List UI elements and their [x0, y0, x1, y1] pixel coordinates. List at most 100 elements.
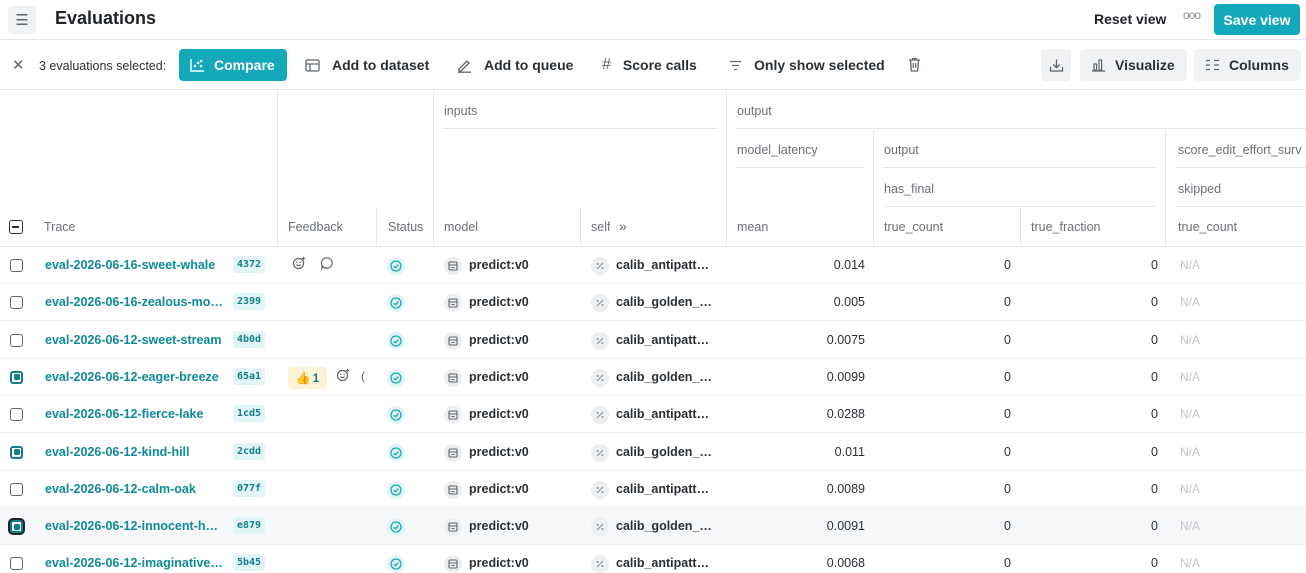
visualize-label: Visualize [1115, 57, 1175, 73]
compare-icon [190, 58, 205, 72]
row-checkbox[interactable] [10, 259, 23, 272]
column-header-true-fraction[interactable]: true_fraction [1031, 220, 1100, 234]
scorer-icon [591, 331, 609, 350]
table-row[interactable]: eval-2026-06-16-zealous-mo… 2399 predict:v… [0, 284, 1306, 322]
group-header-skipped: skipped [1178, 182, 1222, 196]
model-ref[interactable]: predict:v0 [469, 370, 529, 384]
selection-toolbar: ✕ 3 evaluations selected: Compare Add to… [0, 40, 1306, 90]
compare-button[interactable]: Compare [179, 49, 287, 81]
menu-icon[interactable]: ☰ [8, 6, 36, 34]
table-row[interactable]: eval-2026-06-12-imaginative… 5b45 predict:… [0, 545, 1306, 573]
mean-value: 0.005 [833, 295, 865, 310]
add-reaction-icon[interactable] [292, 256, 306, 270]
model-ref[interactable]: predict:v0 [469, 519, 529, 533]
reset-view-button[interactable]: Reset view [1094, 11, 1166, 27]
self-ref[interactable]: calib_antipatt… [616, 482, 709, 496]
self-ref[interactable]: calib_antipatt… [616, 556, 709, 570]
trace-link[interactable]: eval-2026-06-12-imaginative… [45, 556, 223, 570]
columns-button[interactable]: Columns [1194, 49, 1301, 81]
divider [1165, 208, 1166, 246]
row-checkbox[interactable] [10, 482, 23, 496]
divider [433, 208, 434, 246]
trace-link[interactable]: eval-2026-06-12-calm-oak [45, 482, 196, 496]
true-fraction-value: 0 [1151, 332, 1158, 347]
column-header-status[interactable]: Status [388, 220, 423, 234]
model-ref[interactable]: predict:v0 [469, 258, 529, 272]
table-row[interactable]: eval-2026-06-12-kind-hill 2cdd predict:v0 c… [0, 434, 1306, 471]
score-calls-button[interactable]: # Score calls [602, 49, 697, 81]
self-ref[interactable]: calib_golden_… [616, 519, 712, 533]
add-to-dataset-button[interactable]: Add to dataset [305, 49, 429, 81]
self-ref[interactable]: calib_golden_… [616, 445, 712, 459]
row-checkbox[interactable] [10, 370, 23, 384]
table-row[interactable]: eval-2026-06-16-sweet-whale 4372 predict:v… [0, 247, 1306, 284]
true-fraction-value: 0 [1151, 481, 1158, 496]
trace-link[interactable]: eval-2026-06-12-innocent-h… [45, 519, 218, 533]
mean-value: 0.0288 [826, 407, 865, 422]
trace-link[interactable]: eval-2026-06-12-sweet-stream [45, 333, 222, 347]
comment-icon[interactable]: ( [361, 369, 365, 383]
model-ref[interactable]: predict:v0 [469, 333, 529, 347]
row-checkbox[interactable] [10, 333, 23, 347]
row-checkbox[interactable] [10, 408, 23, 422]
na-value: N/A [1180, 295, 1201, 310]
trash-icon[interactable] [908, 57, 921, 72]
close-selection-icon[interactable]: ✕ [12, 56, 25, 74]
trace-id-badge: 5b45 [233, 554, 266, 572]
model-ref[interactable]: predict:v0 [469, 445, 529, 459]
download-icon[interactable] [1041, 49, 1071, 81]
divider [873, 208, 874, 246]
true-fraction-value: 0 [1151, 444, 1158, 459]
column-header-mean[interactable]: mean [737, 220, 768, 234]
expand-column-icon[interactable]: » [619, 218, 627, 234]
model-ref[interactable]: predict:v0 [469, 482, 529, 496]
only-show-selected-button[interactable]: Only show selected [729, 49, 885, 81]
trace-link[interactable]: eval-2026-06-12-eager-breeze [45, 370, 219, 384]
column-header-feedback[interactable]: Feedback [288, 220, 343, 234]
scorer-icon [591, 294, 609, 313]
model-ref[interactable]: predict:v0 [469, 556, 529, 570]
table-row[interactable]: eval-2026-06-12-innocent-h… e879 predict:v… [0, 508, 1306, 546]
column-header-true-count[interactable]: true_count [884, 220, 943, 234]
row-checkbox[interactable] [10, 445, 23, 459]
add-reaction-icon[interactable] [336, 368, 350, 382]
select-all-checkbox[interactable] [9, 220, 23, 234]
trace-link[interactable]: eval-2026-06-12-fierce-lake [45, 407, 203, 421]
success-status-icon [387, 368, 405, 387]
save-view-button[interactable]: Save view [1214, 4, 1300, 35]
self-ref[interactable]: calib_golden_… [616, 295, 712, 309]
success-status-icon [387, 555, 405, 573]
model-icon [444, 294, 462, 313]
table-row[interactable]: eval-2026-06-12-sweet-stream 4b0d predict:… [0, 322, 1306, 359]
self-ref[interactable]: calib_antipatt… [616, 258, 709, 272]
visualize-button[interactable]: Visualize [1080, 49, 1187, 81]
more-options-icon[interactable]: ooo [1183, 8, 1201, 22]
column-header-self[interactable]: self [591, 220, 610, 234]
group-header-has-final: has_final [884, 182, 935, 196]
self-ref[interactable]: calib_antipatt… [616, 407, 709, 421]
scorer-icon [591, 518, 609, 537]
row-checkbox[interactable] [10, 296, 23, 310]
table-row[interactable]: eval-2026-06-12-eager-breeze 65a1 👍 1 (predi… [0, 359, 1306, 396]
table-row[interactable]: eval-2026-06-12-calm-oak 077f predict:v0 ca… [0, 471, 1306, 508]
model-ref[interactable]: predict:v0 [469, 295, 529, 309]
column-header-trace[interactable]: Trace [44, 220, 76, 234]
trace-id-badge: e879 [233, 517, 266, 535]
self-ref[interactable]: calib_antipatt… [616, 333, 709, 347]
row-checkbox[interactable] [10, 557, 23, 571]
column-header-model[interactable]: model [444, 220, 478, 234]
table-row[interactable]: eval-2026-06-12-fierce-lake 1cd5 predict:v… [0, 396, 1306, 434]
column-header-true-count-2[interactable]: true_count [1178, 220, 1237, 234]
trace-link[interactable]: eval-2026-06-16-sweet-whale [45, 258, 215, 272]
trace-link[interactable]: eval-2026-06-16-zealous-mo… [45, 295, 223, 309]
model-icon [444, 480, 462, 499]
thumbs-up-badge[interactable]: 👍 1 [288, 366, 327, 389]
trace-link[interactable]: eval-2026-06-12-kind-hill [45, 445, 190, 459]
self-ref[interactable]: calib_golden_… [616, 370, 712, 384]
group-header-score-edit-effort: score_edit_effort_surv [1178, 143, 1302, 157]
row-checkbox[interactable] [10, 520, 23, 534]
comment-icon[interactable] [320, 256, 334, 270]
model-icon [444, 257, 462, 275]
add-to-queue-button[interactable]: Add to queue [457, 49, 573, 81]
model-ref[interactable]: predict:v0 [469, 407, 529, 421]
